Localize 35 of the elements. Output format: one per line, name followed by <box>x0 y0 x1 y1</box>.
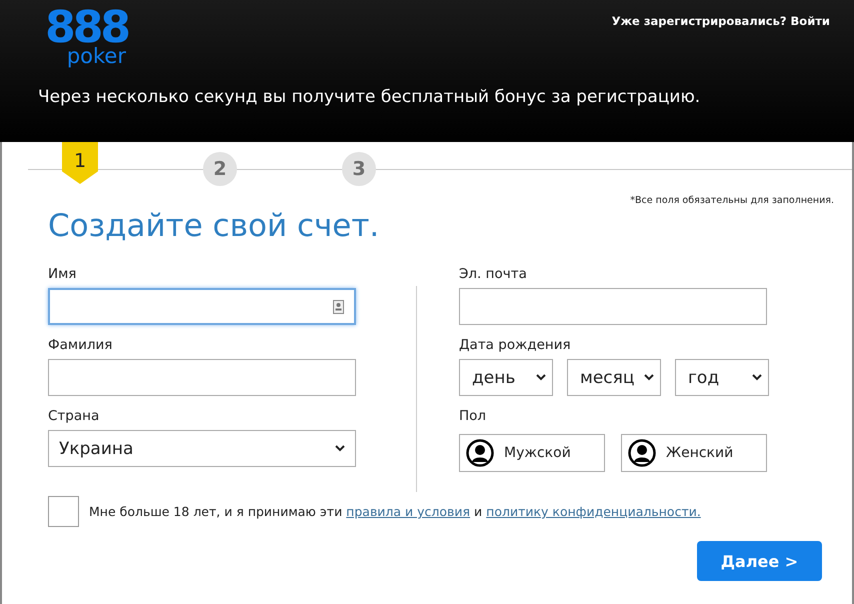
next-button[interactable]: Далее > <box>697 541 822 581</box>
date-select[interactable]: год <box>675 359 769 396</box>
field-label: Имя <box>48 266 78 282</box>
date-select[interactable]: день <box>459 359 553 396</box>
logo-word: poker <box>66 46 126 67</box>
step-marker: 2 <box>203 152 237 186</box>
input-field[interactable] <box>48 288 356 325</box>
date-select[interactable]: месяц <box>567 359 661 396</box>
chevron-down-icon <box>752 374 762 381</box>
privacy-link[interactable]: политику конфиденциальности. <box>486 504 701 519</box>
terms-link[interactable]: правила и условия <box>346 504 470 519</box>
input-field[interactable] <box>459 288 767 325</box>
gender-button[interactable]: Женский <box>621 434 767 472</box>
gender-button[interactable]: Мужской <box>459 434 605 472</box>
chevron-down-icon <box>536 374 546 381</box>
chevron-down-icon <box>335 445 345 452</box>
form-title: Создайте свой счет. <box>48 208 380 244</box>
step-marker: 3 <box>342 152 376 186</box>
tagline: Через несколько секунд вы получите бесплатный бонус за регистрацию. <box>38 87 702 107</box>
required-note: *Все поля обязательны для заполнения. <box>630 195 834 206</box>
field-label: Дата рождения <box>459 337 572 353</box>
login-link[interactable]: Уже зарегистрировались? Войти <box>612 14 830 28</box>
field-label: Страна <box>48 408 100 424</box>
chevron-down-icon <box>644 374 654 381</box>
field-label: Эл. почта <box>459 266 528 282</box>
person-icon <box>628 439 656 467</box>
checkbox[interactable] <box>48 496 79 527</box>
input-field[interactable] <box>48 359 356 396</box>
field-label: Пол <box>459 408 488 424</box>
country-select[interactable]: Украина <box>48 430 356 467</box>
step-marker: 1 <box>62 142 98 184</box>
contact-card-icon <box>333 300 344 314</box>
person-icon <box>466 439 494 467</box>
field-label: Фамилия <box>48 337 114 353</box>
agreement-text: Мне больше 18 лет, и я принимаю эти правила и условия и политику конфиденциальности. <box>89 504 701 519</box>
